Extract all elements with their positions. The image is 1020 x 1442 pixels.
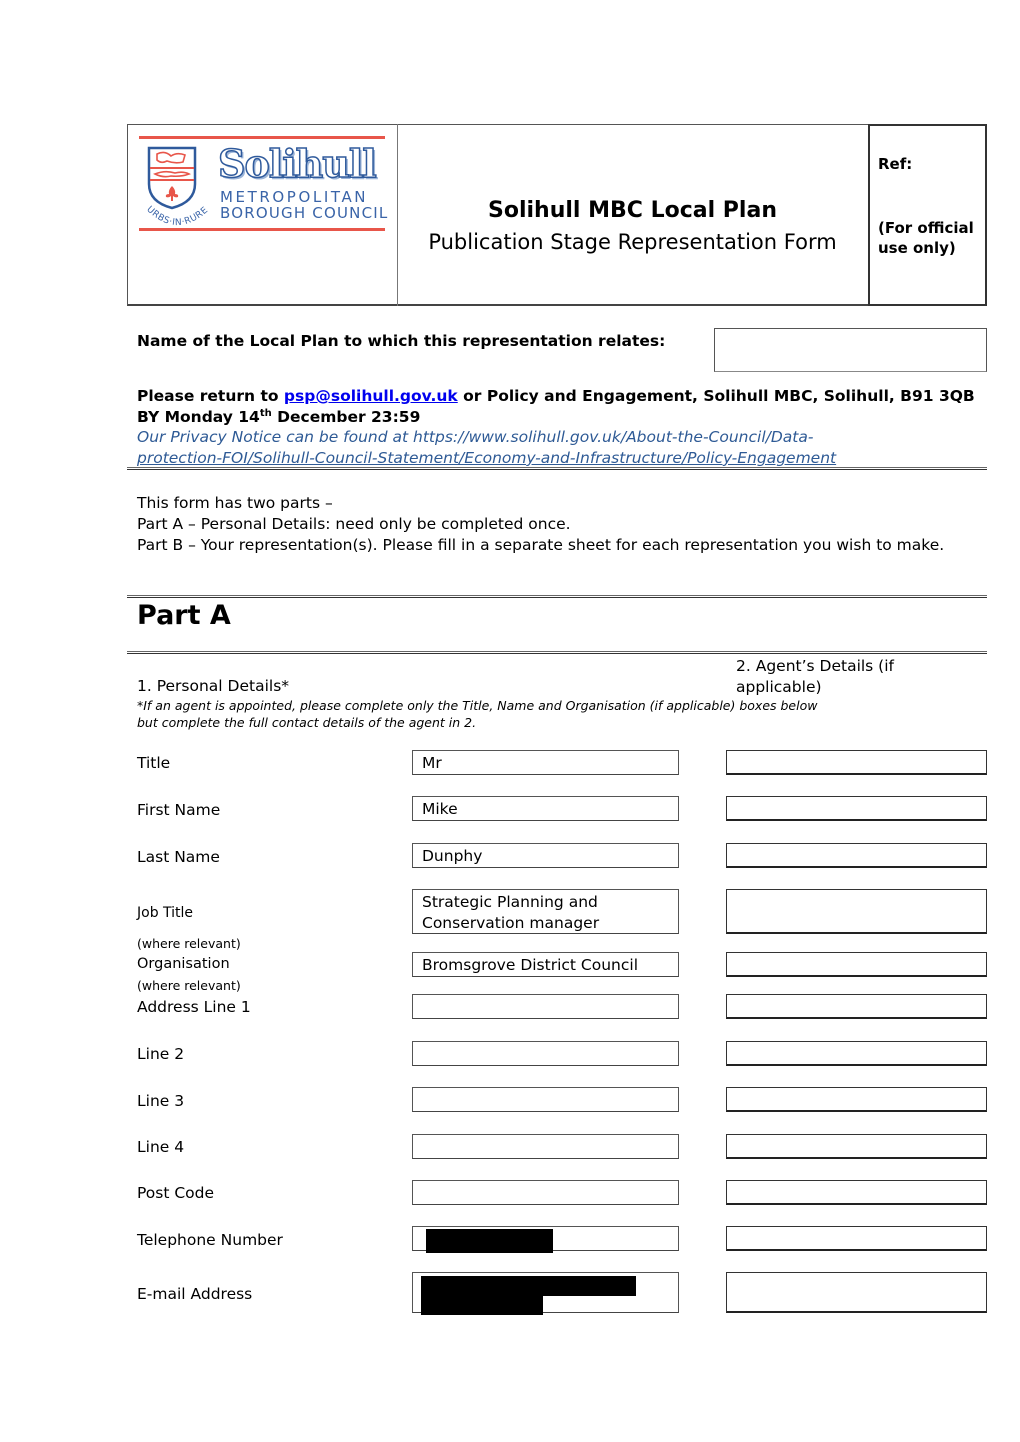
agent-last-name-input[interactable] (726, 843, 987, 868)
logo-motto: URBS·IN·RURE (144, 205, 209, 229)
date-ordinal: th (259, 408, 272, 419)
redaction-block (426, 1229, 553, 1253)
personal-organisation-input[interactable]: Bromsgrove District Council (412, 952, 679, 977)
field-label-line-2: Line 2 (137, 1045, 185, 1063)
field-label-first-name: First Name (137, 801, 221, 819)
field-label-address-line-1: Address Line 1 (137, 998, 251, 1016)
agent-post-code-input[interactable] (726, 1180, 987, 1205)
return-email-link[interactable]: psp@solihull.gov.uk (284, 387, 458, 405)
personal-title-input[interactable]: Mr (412, 750, 679, 775)
logo-line-borough-council: BOROUGH COUNCIL (220, 204, 389, 222)
form-title: Solihull MBC Local Plan (488, 198, 777, 223)
divider (127, 595, 987, 598)
svg-text:URBS·IN·RURE: URBS·IN·RURE (144, 205, 210, 229)
agent-line-2-input[interactable] (726, 1041, 987, 1066)
personal-post-code-input[interactable] (412, 1180, 679, 1205)
personal-line-4-input[interactable] (412, 1134, 679, 1159)
privacy-notice-link[interactable]: protection-FOI/Solihull-Council-Statemen… (137, 449, 836, 467)
official-use-note: (For official use only) (878, 219, 974, 257)
divider (127, 467, 987, 470)
field-label-telephone: Telephone Number (137, 1231, 283, 1249)
field-label-last-name: Last Name (137, 848, 220, 866)
form-subtitle: Publication Stage Representation Form (428, 230, 837, 254)
privacy-notice-line1[interactable]: Our Privacy Notice can be found at https… (137, 428, 813, 446)
field-label-line-4: Line 4 (137, 1138, 185, 1156)
return-deadline: December 23:59 (271, 408, 421, 426)
field-label-title: Title (137, 754, 171, 772)
ref-label: Ref: (878, 155, 913, 173)
agent-footnote: *If an agent is appointed, please comple… (137, 698, 818, 730)
field-label-line-3: Line 3 (137, 1092, 185, 1110)
field-label-post-code: Post Code (137, 1184, 215, 1202)
form-intro: This form has two parts – Part A – Perso… (137, 493, 987, 556)
ref-cell (868, 124, 987, 306)
logo-wordmark: Solihull (217, 141, 377, 187)
personal-last-name-input[interactable]: Dunphy (412, 843, 679, 868)
agent-job-title-input[interactable] (726, 889, 987, 934)
redaction-block (421, 1276, 636, 1296)
agent-organisation-input[interactable] (726, 952, 987, 977)
organisation-where-relevant: (where relevant) (137, 978, 241, 993)
agent-line-3-input[interactable] (726, 1087, 987, 1112)
intro-line-3: Part B – Your representation(s). Please … (137, 536, 945, 554)
field-label-organisation: Organisation (137, 956, 230, 972)
agent-first-name-input[interactable] (726, 796, 987, 821)
personal-details-heading: 1. Personal Details* (137, 677, 290, 695)
privacy-notice: Our Privacy Notice can be found at https… (137, 427, 987, 469)
crest-shield-icon (147, 146, 197, 210)
return-instructions: Please return to psp@solihull.gov.uk or … (137, 386, 987, 428)
local-plan-label: Name of the Local Plan to which this rep… (137, 332, 666, 350)
motto-text-icon: URBS·IN·RURE (144, 205, 210, 229)
agent-address-line-1-input[interactable] (726, 994, 987, 1019)
agent-details-heading: 2. Agent’s Details (if applicable) (736, 657, 894, 696)
field-label-job-title: Job Title (137, 905, 194, 921)
personal-line-3-input[interactable] (412, 1087, 679, 1112)
personal-job-title-input[interactable]: Strategic Planning and Conservation mana… (412, 889, 679, 934)
agent-title-input[interactable] (726, 750, 987, 775)
agent-line-4-input[interactable] (726, 1134, 987, 1159)
agent-email-input[interactable] (726, 1272, 987, 1313)
personal-address-line-1-input[interactable] (412, 994, 679, 1019)
agent-telephone-input[interactable] (726, 1226, 987, 1251)
intro-line-2: Part A – Personal Details: need only be … (137, 515, 571, 533)
field-label-email: E-mail Address (137, 1285, 253, 1303)
job-title-where-relevant: (where relevant) (137, 936, 241, 951)
logo-top-rule (139, 136, 385, 139)
local-plan-input[interactable] (714, 328, 987, 372)
personal-line-2-input[interactable] (412, 1041, 679, 1066)
personal-first-name-input[interactable]: Mike (412, 796, 679, 821)
divider (127, 651, 987, 654)
intro-line-1: This form has two parts – (137, 494, 333, 512)
redaction-block (421, 1294, 543, 1315)
part-a-heading: Part A (137, 600, 231, 631)
return-prefix: Please return to (137, 387, 284, 405)
